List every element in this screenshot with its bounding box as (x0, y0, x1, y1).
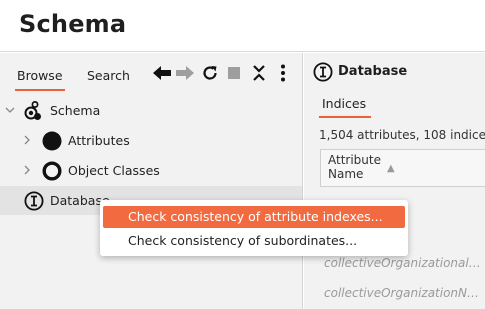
details-panel: Database Indices 1,504 attributes, 108 i… (304, 53, 485, 309)
stop-icon (228, 67, 240, 79)
refresh-button[interactable] (200, 63, 220, 83)
more-button[interactable] (273, 63, 293, 83)
indices-summary: 1,504 attributes, 108 indices (319, 128, 485, 142)
context-menu: Check consistency of attribute indexes..… (100, 200, 408, 256)
tree-item-label: Attributes (68, 133, 130, 148)
stop-button[interactable] (224, 63, 244, 83)
forward-button[interactable] (175, 63, 195, 83)
column-header-attribute-name[interactable]: Attribute Name ▲ (320, 149, 485, 187)
arrow-left-icon (153, 66, 171, 80)
sort-up-icon[interactable]: ▲ (387, 163, 395, 174)
arrow-right-icon (176, 66, 194, 80)
panel-title: Database (338, 64, 408, 79)
tab-search[interactable]: Search (87, 68, 130, 83)
app-title: Schema (19, 10, 127, 38)
active-tab-indicator (319, 116, 371, 118)
collapse-all-button[interactable] (249, 63, 269, 83)
ring-icon (42, 161, 62, 181)
tab-browse[interactable]: Browse (17, 68, 63, 83)
chevron-right-icon[interactable] (21, 164, 33, 176)
column-header-label: Attribute Name (328, 153, 381, 181)
left-panel: Browse Search Schema Attributes Object C… (0, 53, 303, 309)
menu-item-check-attribute-indexes[interactable]: Check consistency of attribute indexes..… (103, 206, 405, 228)
table-row[interactable]: collectiveOrganizationalU... (324, 256, 485, 270)
more-vertical-icon (281, 64, 285, 82)
active-tab-indicator (15, 89, 65, 91)
tree-item-schema[interactable]: Schema (0, 96, 302, 125)
info-icon (24, 191, 44, 211)
filled-circle-icon (42, 131, 62, 151)
chevron-right-icon[interactable] (21, 134, 33, 146)
column-header-line: Name (328, 167, 364, 181)
tree-item-attributes[interactable]: Attributes (0, 126, 302, 155)
table-row[interactable]: collectiveOrganizationNa... (324, 286, 485, 300)
chevron-down-icon[interactable] (4, 104, 16, 116)
tree-item-object-classes[interactable]: Object Classes (0, 156, 302, 185)
refresh-icon (203, 66, 217, 80)
tree-item-label: Object Classes (68, 163, 160, 178)
schema-icon (24, 101, 41, 120)
collapse-icon (253, 65, 265, 81)
tree-item-label: Schema (50, 103, 101, 118)
column-header-line: Attribute (328, 153, 381, 167)
info-icon (313, 62, 333, 82)
back-button[interactable] (152, 63, 172, 83)
app-header: Schema (0, 0, 485, 52)
menu-item-check-subordinates[interactable]: Check consistency of subordinates... (103, 230, 405, 252)
tab-indices[interactable]: Indices (322, 96, 366, 111)
